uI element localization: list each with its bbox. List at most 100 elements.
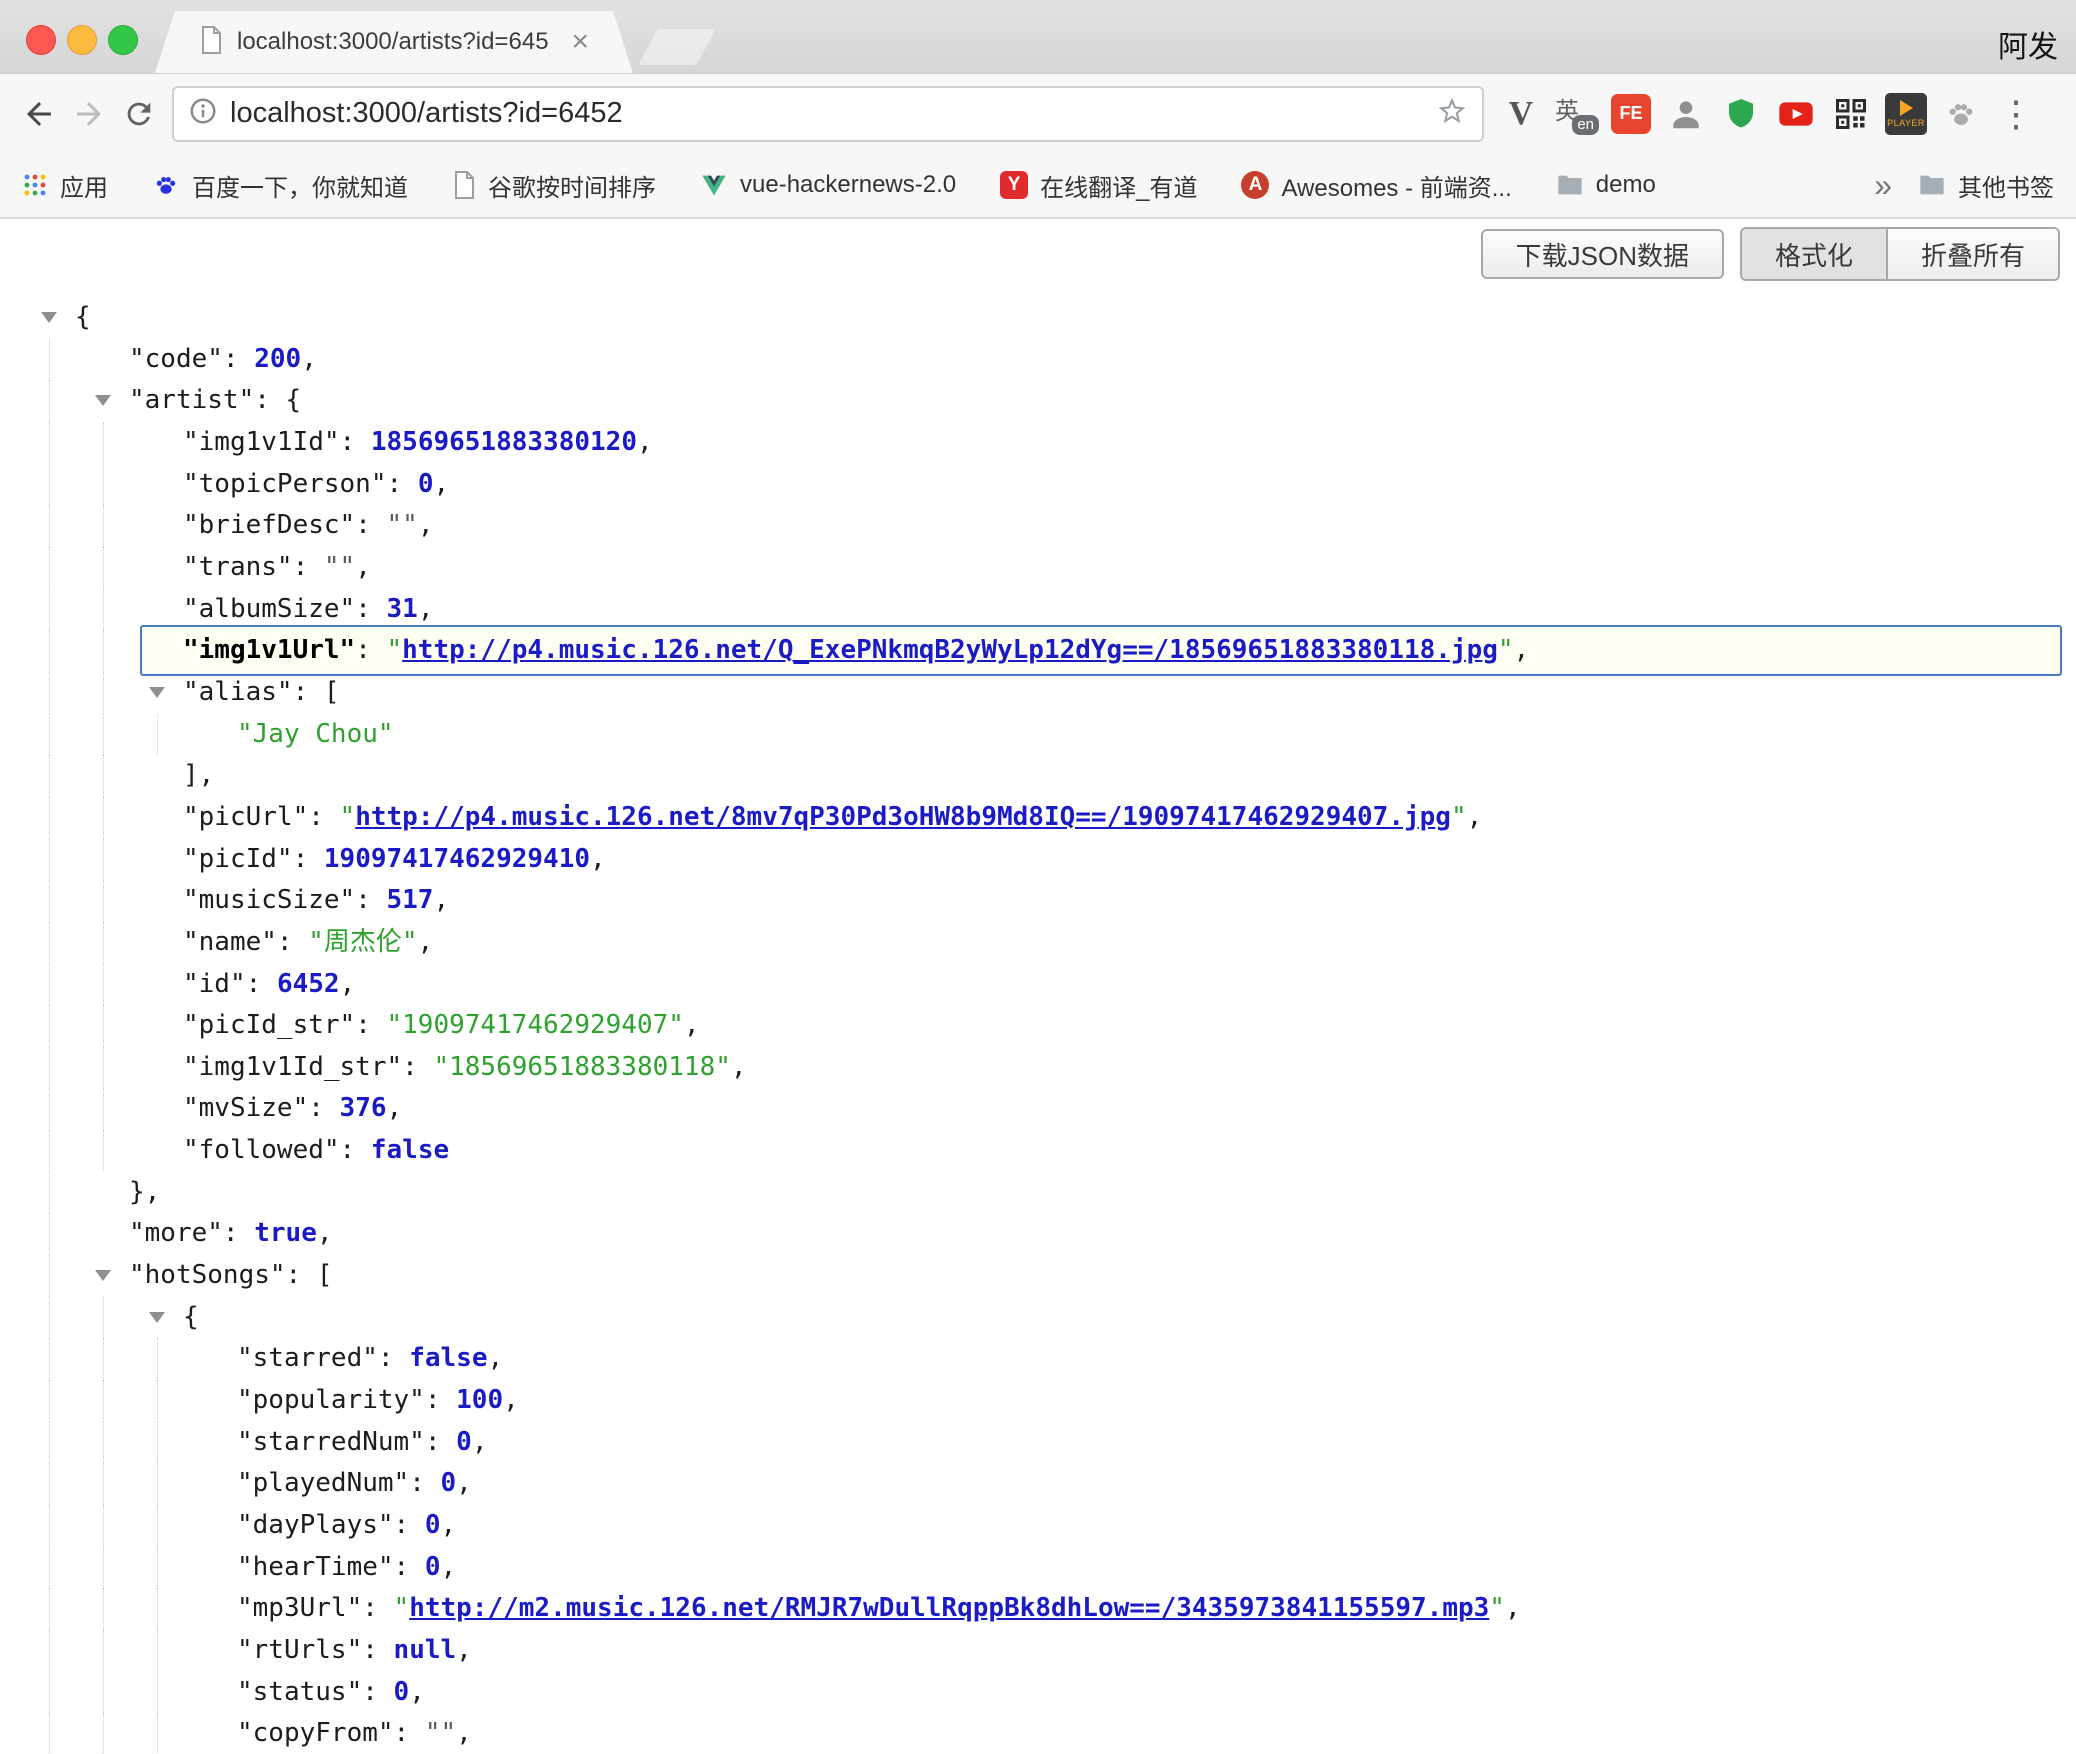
bookmark-item-demo-folder[interactable]: demo	[1556, 171, 1656, 199]
shield-extension-icon[interactable]	[1718, 91, 1764, 137]
json-string: "	[394, 1593, 410, 1623]
other-bookmarks-folder[interactable]: 其他书签	[1918, 168, 2054, 203]
format-button[interactable]: 格式化	[1742, 229, 1888, 279]
bookmark-item-youdao-translate[interactable]: Y 在线翻译_有道	[1000, 168, 1197, 203]
json-punctuation: :	[355, 885, 386, 915]
json-punctuation: :	[308, 802, 339, 832]
player-extension-icon[interactable]: PLAYER	[1883, 91, 1929, 137]
back-button[interactable]	[14, 89, 64, 139]
bookmark-label: Awesomes - 前端资...	[1281, 168, 1511, 203]
json-punctuation: :	[409, 1468, 440, 1498]
json-punctuation: [	[324, 677, 340, 707]
tab-close-icon[interactable]: ×	[571, 27, 589, 57]
vimium-extension-icon[interactable]: V	[1498, 91, 1544, 137]
browser-menu-icon[interactable]: ⋮	[1993, 91, 2039, 137]
bookmarks-overflow-icon[interactable]: »	[1874, 167, 1892, 204]
json-line-content: "picId_str": "19097417462929407",	[183, 1010, 700, 1040]
fehelper-extension-icon[interactable]: FE	[1608, 91, 1654, 137]
json-punctuation: ,	[637, 427, 653, 457]
bookmark-item-awesomes[interactable]: A Awesomes - 前端资...	[1241, 168, 1511, 203]
json-line: "name": "周杰伦",	[0, 922, 2076, 964]
json-punctuation: :	[362, 1635, 393, 1665]
bookmarks-bar: 应用 百度一下，你就知道 谷歌按时间排序 vue-hackernews-2.0 …	[0, 153, 2076, 219]
collapse-toggle-icon[interactable]	[149, 687, 165, 698]
collapse-all-button[interactable]: 折叠所有	[1888, 229, 2058, 279]
json-line: ],	[0, 755, 2076, 797]
json-empty-string: ""	[387, 510, 418, 540]
bookmark-item-apps[interactable]: 应用	[22, 168, 108, 203]
apps-grid-icon	[22, 172, 48, 198]
indent-guide	[49, 1505, 50, 1547]
indent-guide	[157, 1505, 158, 1547]
qrcode-extension-icon[interactable]	[1828, 91, 1874, 137]
paw-extension-icon[interactable]	[1938, 91, 1984, 137]
json-punctuation: :	[355, 1010, 386, 1040]
bookmark-item-vue-hackernews[interactable]: vue-hackernews-2.0	[700, 171, 956, 199]
youtube-extension-icon[interactable]	[1773, 91, 1819, 137]
json-line: "popularity": 100,	[0, 1380, 2076, 1422]
zoom-window-button[interactable]	[108, 25, 138, 55]
page-icon	[452, 171, 476, 199]
indent-guide	[49, 1172, 50, 1214]
json-string: "	[340, 802, 356, 832]
profile-name[interactable]: 阿发	[1998, 22, 2058, 66]
indent-guide	[49, 1630, 50, 1672]
json-key: "artist"	[129, 385, 254, 415]
bookmark-label: 百度一下，你就知道	[192, 168, 408, 203]
json-empty-string: ""	[324, 552, 355, 582]
indent-guide	[49, 1713, 50, 1754]
translate-extension-icon[interactable]: 英 en	[1553, 91, 1599, 137]
json-line: "picId": 19097417462929410,	[0, 839, 2076, 881]
indent-guide	[157, 1672, 158, 1714]
json-punctuation: ,	[433, 885, 449, 915]
json-punctuation: ,	[456, 1468, 472, 1498]
forward-button[interactable]	[64, 89, 114, 139]
indent-guide	[103, 714, 104, 756]
bookmark-item-baidu[interactable]: 百度一下，你就知道	[152, 168, 408, 203]
json-punctuation: :	[425, 1385, 456, 1415]
json-line-content: "more": true,	[129, 1218, 333, 1248]
json-number: 0	[456, 1427, 472, 1457]
collapse-toggle-icon[interactable]	[95, 1270, 111, 1281]
json-key: "popularity"	[237, 1385, 425, 1415]
json-line-content: "mvSize": 376,	[183, 1093, 402, 1123]
json-number: 0	[425, 1552, 441, 1582]
json-url-link[interactable]: http://p4.music.126.net/Q_ExePNkmqB2yWyL…	[402, 635, 1498, 665]
close-window-button[interactable]	[26, 25, 56, 55]
json-line-content: "hotSongs": [	[129, 1260, 333, 1290]
new-tab-button[interactable]	[638, 29, 715, 65]
json-line: "followed": false	[0, 1130, 2076, 1172]
collapse-toggle-icon[interactable]	[149, 1312, 165, 1323]
json-line-content: "picUrl": "http://p4.music.126.net/8mv7q…	[183, 802, 1482, 832]
indent-guide	[157, 1338, 158, 1380]
indent-guide	[49, 922, 50, 964]
bookmark-label: 在线翻译_有道	[1040, 168, 1197, 203]
site-info-icon[interactable]	[188, 96, 218, 131]
bookmark-item-google-sort[interactable]: 谷歌按时间排序	[452, 168, 656, 203]
json-url-link[interactable]: http://p4.music.126.net/8mv7qP30Pd3oHW8b…	[355, 802, 1451, 832]
json-key: "followed"	[183, 1135, 340, 1165]
browser-tab[interactable]: localhost:3000/artists?id=645 ×	[155, 11, 633, 73]
indent-guide	[49, 1422, 50, 1464]
collapse-toggle-icon[interactable]	[41, 312, 57, 323]
json-punctuation: [	[317, 1260, 333, 1290]
json-string: "	[387, 635, 403, 665]
reload-button[interactable]	[114, 89, 164, 139]
download-json-button[interactable]: 下载JSON数据	[1481, 229, 1724, 279]
browser-toolbar: localhost:3000/artists?id=6452 V 英 en FE…	[0, 74, 2076, 153]
minimize-window-button[interactable]	[67, 25, 97, 55]
collapse-toggle-icon[interactable]	[95, 395, 111, 406]
awesomes-icon: A	[1241, 171, 1269, 199]
person-extension-icon[interactable]	[1663, 91, 1709, 137]
json-line: "briefDesc": "",	[0, 505, 2076, 547]
json-punctuation: ,	[441, 1510, 457, 1540]
json-line: "more": true,	[0, 1213, 2076, 1255]
json-punctuation: :	[362, 1593, 393, 1623]
bookmark-star-icon[interactable]	[1436, 95, 1468, 132]
json-literal: false	[409, 1343, 487, 1373]
json-line: "trans": "",	[0, 547, 2076, 589]
omnibox-url-field[interactable]: localhost:3000/artists?id=6452	[172, 86, 1484, 142]
indent-guide	[103, 1672, 104, 1714]
json-url-link[interactable]: http://m2.music.126.net/RMJR7wDullRqppBk…	[409, 1593, 1489, 1623]
player-badge: PLAYER	[1885, 93, 1927, 135]
